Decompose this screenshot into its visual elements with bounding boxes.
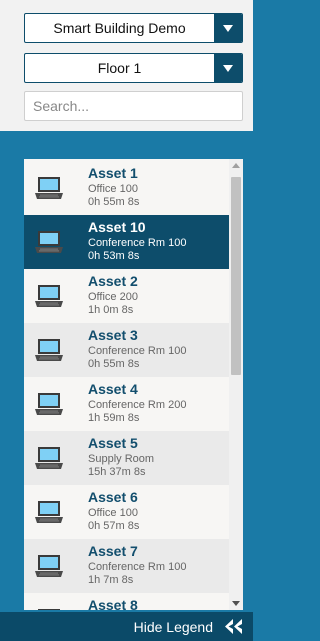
asset-list-item[interactable]: Asset 3 Conference Rm 100 0h 55m 8s bbox=[24, 323, 229, 377]
asset-name: Asset 3 bbox=[88, 327, 138, 343]
laptop-icon bbox=[35, 393, 63, 415]
asset-name: Asset 2 bbox=[88, 273, 138, 289]
asset-location: Conference Rm 100 bbox=[88, 237, 187, 249]
chevron-down-icon[interactable] bbox=[214, 54, 242, 82]
building-select[interactable]: Smart Building Demo bbox=[24, 13, 243, 43]
asset-duration: 1h 7m 8s bbox=[88, 574, 134, 586]
floor-select-value: Floor 1 bbox=[97, 60, 142, 76]
asset-location: Office 100 bbox=[88, 183, 138, 195]
hide-legend-button[interactable]: Hide Legend bbox=[134, 619, 213, 635]
asset-list-item[interactable]: Asset 2 Office 200 1h 0m 8s bbox=[24, 269, 229, 323]
floor-select[interactable]: Floor 1 bbox=[24, 53, 243, 83]
laptop-icon bbox=[35, 501, 63, 523]
scroll-up-arrow-icon[interactable] bbox=[232, 163, 240, 168]
asset-name: Asset 6 bbox=[88, 489, 138, 505]
asset-list-item[interactable]: Asset 6 Office 100 0h 57m 8s bbox=[24, 485, 229, 539]
asset-list: Asset 1 Office 100 0h 55m 8s Asset 10 Confer… bbox=[24, 159, 243, 610]
asset-duration: 15h 37m 8s bbox=[88, 466, 146, 478]
asset-location: Office 200 bbox=[88, 291, 138, 303]
laptop-icon bbox=[35, 285, 63, 307]
scroll-thumb[interactable] bbox=[231, 177, 241, 375]
asset-name: Asset 10 bbox=[88, 219, 146, 235]
asset-location: Supply Room bbox=[88, 453, 155, 465]
asset-location: Conference Rm 100 bbox=[88, 345, 187, 357]
asset-location: Conference Rm 100 bbox=[88, 561, 187, 573]
chevron-down-icon[interactable] bbox=[214, 14, 242, 42]
scroll-down-arrow-icon[interactable] bbox=[232, 601, 240, 606]
asset-name: Asset 7 bbox=[88, 543, 138, 559]
asset-name: Asset 1 bbox=[88, 165, 138, 181]
laptop-icon bbox=[35, 555, 63, 577]
laptop-icon bbox=[35, 231, 63, 253]
double-chevron-left-icon[interactable] bbox=[225, 619, 243, 634]
building-select-value: Smart Building Demo bbox=[53, 20, 186, 36]
asset-duration: 1h 59m 8s bbox=[88, 412, 140, 424]
search-input[interactable] bbox=[24, 91, 243, 121]
asset-name: Asset 4 bbox=[88, 381, 138, 397]
asset-list-item[interactable]: Asset 8 bbox=[24, 593, 229, 610]
asset-name: Asset 5 bbox=[88, 435, 138, 451]
asset-name: Asset 8 bbox=[88, 597, 138, 610]
scrollbar[interactable] bbox=[229, 159, 243, 610]
asset-list-item[interactable]: Asset 1 Office 100 0h 55m 8s bbox=[24, 161, 229, 215]
asset-list-item[interactable]: Asset 4 Conference Rm 200 1h 59m 8s bbox=[24, 377, 229, 431]
filter-panel: Smart Building Demo Floor 1 bbox=[0, 0, 253, 131]
laptop-icon bbox=[38, 609, 60, 610]
legend-footer[interactable]: Hide Legend bbox=[0, 612, 253, 641]
asset-location: Office 100 bbox=[88, 507, 138, 519]
asset-duration: 1h 0m 8s bbox=[88, 304, 134, 316]
asset-location: Conference Rm 200 bbox=[88, 399, 187, 411]
laptop-icon bbox=[35, 177, 63, 199]
asset-duration: 0h 57m 8s bbox=[88, 520, 140, 532]
laptop-icon bbox=[35, 447, 63, 469]
asset-list-item[interactable]: Asset 7 Conference Rm 100 1h 7m 8s bbox=[24, 539, 229, 593]
asset-duration: 0h 53m 8s bbox=[88, 250, 140, 262]
asset-list-item[interactable]: Asset 10 Conference Rm 100 0h 53m 8s bbox=[24, 215, 229, 269]
asset-list-item[interactable]: Asset 5 Supply Room 15h 37m 8s bbox=[24, 431, 229, 485]
asset-duration: 0h 55m 8s bbox=[88, 196, 140, 208]
asset-duration: 0h 55m 8s bbox=[88, 358, 140, 370]
laptop-icon bbox=[35, 339, 63, 361]
